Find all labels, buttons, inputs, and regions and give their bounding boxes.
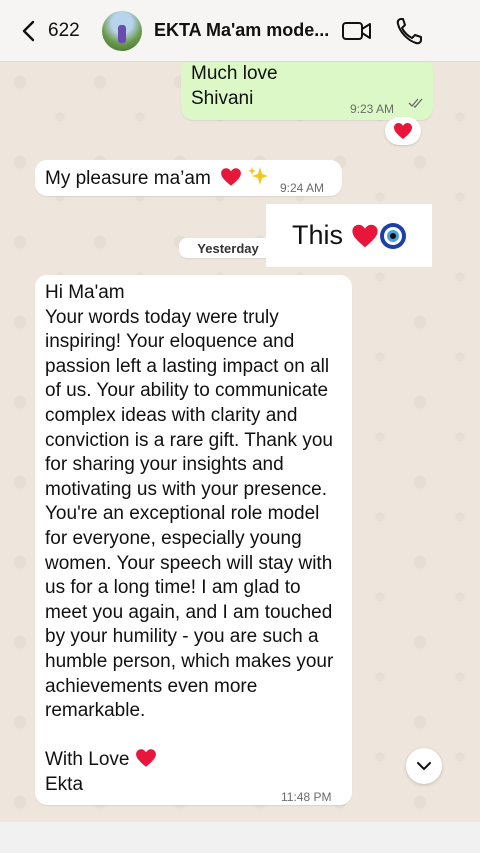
message-time: 11:48 PM [281, 790, 332, 804]
message-line: remarkable. [45, 700, 146, 722]
chat-header: 622 EKTA Ma'am mode... [0, 0, 480, 62]
date-separator: Yesterday [179, 238, 277, 258]
message-text: Much love Shivani [191, 63, 278, 109]
message-line: achievements even more [45, 675, 258, 697]
message-line: With Love [45, 748, 333, 773]
scroll-to-bottom-button[interactable] [406, 748, 442, 784]
phone-icon [396, 18, 422, 45]
message-list[interactable]: Much love Shivani 9:23 AM My pleasure ma… [0, 62, 480, 822]
message-line [45, 724, 333, 749]
message-line: Hi Ma'am [45, 282, 125, 303]
message-reaction[interactable] [385, 117, 421, 145]
outgoing-message[interactable]: Much love Shivani 9:23 AM [181, 62, 433, 120]
red-heart-icon [136, 749, 157, 768]
message-text: My pleasure ma’am [45, 165, 269, 192]
message-line: inspiring! Your eloquence and [45, 331, 295, 353]
red-heart-icon [221, 168, 241, 186]
message-time: 9:24 AM [280, 181, 325, 195]
back-button[interactable]: 622 [20, 11, 100, 51]
sparkles-icon [248, 167, 269, 185]
nazar-amulet-icon [380, 222, 407, 249]
message-time: 9:23 AM [350, 102, 395, 116]
message-text: Hi Ma'am Your words today were truly inspi… [45, 281, 333, 797]
image-caption-text: This [292, 220, 344, 250]
message-line: by your humility - you are such a [45, 626, 319, 648]
chat-title[interactable]: EKTA Ma'am mode... [154, 20, 332, 41]
message-line: women. Your speech will stay with [45, 552, 333, 574]
unread-count: 622 [48, 19, 80, 41]
red-heart-icon [352, 224, 378, 247]
video-camera-icon [342, 22, 371, 40]
video-call-button[interactable] [341, 16, 373, 46]
message-line: motivating us with your presence. [45, 478, 327, 500]
chevron-down-icon [417, 762, 431, 770]
chevron-left-icon [22, 20, 35, 41]
message-line: us for a long time! I am glad to [45, 577, 301, 599]
message-line: You're an exceptional role model [45, 503, 320, 525]
message-line: meet you again, and I am touched [45, 601, 333, 623]
incoming-message[interactable]: My pleasure ma’am 9:24 AM [35, 160, 342, 196]
message-line: conviction is a rare gift. Thank you [45, 429, 333, 451]
image-message[interactable]: This [266, 204, 432, 267]
message-line: humble person, which makes your [45, 650, 334, 672]
input-bar-area [0, 822, 480, 853]
message-line: for everyone, especially young [45, 527, 302, 549]
message-line: complex ideas with clarity and [45, 404, 298, 426]
incoming-message-long[interactable]: Hi Ma'am Your words today were truly inspi… [35, 275, 352, 805]
message-line: passion left a lasting impact on all [45, 355, 330, 377]
message-line: for sharing your insights and [45, 454, 284, 476]
message-line: Your words today were truly [45, 306, 279, 328]
message-line: of us. Your ability to communicate [45, 380, 329, 402]
avatar[interactable] [102, 10, 142, 51]
red-heart-icon [394, 123, 412, 139]
read-ticks-icon [408, 98, 423, 108]
voice-call-button[interactable] [394, 16, 426, 46]
